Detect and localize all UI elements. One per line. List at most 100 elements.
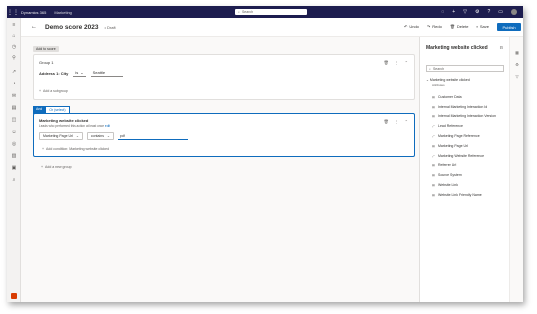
filter-icon[interactable]: ▽ (514, 73, 520, 79)
condition-group-2: Marketing website clicked 🗑 ⋮ ⌃ Leads wh… (33, 113, 415, 157)
global-search-input[interactable]: ⌕ Search (235, 9, 307, 15)
elements-icon[interactable]: ▦ (514, 49, 520, 55)
delete-group-icon[interactable]: 🗑 (384, 119, 389, 124)
recent-icon[interactable]: ◷ (10, 43, 18, 51)
brand-name: Dynamics 365 (21, 9, 47, 15)
add-subgroup-button[interactable]: + Add a subgroup (39, 89, 68, 93)
group-description: Leads who performed this action at least… (39, 124, 110, 128)
add-group-label: Add a new group (45, 165, 72, 169)
undo-label: Undo (409, 24, 419, 29)
delete-group-icon[interactable]: 🗑 (384, 60, 389, 65)
list-item[interactable]: ⤢ Lead Reference (432, 121, 496, 131)
tree-node-subtitle: Attributes (432, 83, 445, 87)
pin-icon[interactable]: ⚲ (10, 54, 18, 62)
list-item[interactable]: ▤ Source System (432, 170, 496, 180)
more-options-icon[interactable]: ⋮ (395, 119, 399, 124)
field-type-icon: ▤ (432, 143, 435, 148)
lead-icon[interactable]: ☺ (10, 128, 18, 136)
collapse-icon[interactable]: ⌃ (405, 60, 408, 65)
tree-node-title[interactable]: ⌄ Marketing website clicked (426, 78, 470, 82)
panel-search-placeholder: Search (432, 66, 445, 71)
area-switcher-icon[interactable] (11, 293, 17, 299)
save-button[interactable]: ▪ Save (476, 24, 489, 29)
lightbulb-icon[interactable]: ◌ (441, 9, 444, 15)
add-subgroup-label: Add a subgroup (43, 89, 68, 93)
save-icon: ▪ (476, 24, 478, 29)
plus-icon: + (41, 165, 44, 169)
publish-button[interactable]: Publish (497, 23, 521, 31)
home-icon[interactable]: ⌂ (10, 32, 18, 40)
save-label: Save (479, 24, 489, 29)
field-type-icon: ▤ (432, 173, 435, 178)
back-arrow-icon[interactable]: ← (31, 24, 37, 30)
list-item[interactable]: ⤢ Marketing Page Reference (432, 131, 496, 141)
list-item[interactable]: ▤ Marketing Page Url (432, 141, 496, 151)
add-group-button[interactable]: + Add a new group (41, 165, 72, 169)
settings-icon[interactable]: ⚙ (475, 9, 479, 15)
delete-button[interactable]: 🗑 Delete (450, 24, 469, 29)
list-item[interactable]: ▤ Customer Data (432, 92, 496, 102)
redo-button[interactable]: ↷ Redo (427, 24, 442, 29)
attribute-value: Marketing Page Url (43, 134, 73, 138)
list-item[interactable]: ▤ Referrer Url (432, 161, 496, 171)
collapse-panel-icon[interactable]: ⊟ (500, 45, 503, 50)
list-item[interactable]: ▤ Website Link (432, 180, 496, 190)
list-item[interactable]: ⤢ Marketing Website Reference (432, 151, 496, 161)
list-item-label: Customer Data (438, 94, 462, 99)
operator-dropdown[interactable]: contains ⌄ (86, 132, 114, 140)
list-item[interactable]: ▤ Internal Marketing Interaction Version (432, 112, 496, 122)
group-description-text: Leads who performed this action at least… (39, 124, 105, 128)
email-icon[interactable]: ✉ (10, 92, 18, 100)
list-item-label: Source System (438, 173, 462, 178)
status-text: Draft (107, 24, 116, 30)
app-launcher-icon[interactable]: ⋮⋮ (7, 6, 19, 18)
app-name[interactable]: Marketing (54, 10, 72, 15)
plus-icon: + (42, 147, 45, 151)
add-to-score-tag[interactable]: Add to score (33, 46, 59, 52)
value-input[interactable]: pdf (117, 133, 188, 140)
condition-rule: Address 1: City is ⌄ Seattle (39, 70, 123, 77)
operator-dropdown[interactable]: is ⌄ (73, 70, 86, 77)
contact-icon[interactable]: ◎ (10, 140, 18, 148)
panel-title: Marketing website clicked (426, 45, 488, 51)
undo-button[interactable]: ↶ Undo (404, 24, 419, 29)
avatar[interactable] (511, 9, 517, 15)
attribute-dropdown[interactable]: Marketing Page Url ⌄ (39, 132, 83, 140)
search-placeholder: Search (241, 10, 254, 14)
event-icon[interactable]: ◫ (10, 116, 18, 124)
list-item-label: Marketing Page Url (438, 143, 468, 148)
page-title: Demo score 2023 (45, 23, 99, 31)
field-type-icon: ▤ (432, 163, 435, 168)
journey-icon[interactable]: ↗ (10, 68, 18, 76)
analytics-icon[interactable]: ▥ (10, 152, 18, 160)
search-nav-icon[interactable]: ⌕ (10, 176, 18, 184)
chevron-down-icon: ⌄ (75, 134, 79, 138)
hamburger-menu-icon[interactable]: ≡ (10, 21, 18, 29)
properties-icon[interactable]: ⚙ (514, 61, 520, 67)
list-item[interactable]: ▤ Website Link Friendly Name (432, 190, 496, 200)
segment-icon[interactable]: ◔ (10, 80, 18, 88)
more-options-icon[interactable]: ⋮ (395, 60, 399, 65)
add-condition-button[interactable]: + Add condition: Marketing website click… (42, 147, 109, 151)
lookup-icon: ⤢ (432, 153, 435, 158)
group-title: Marketing website clicked (39, 118, 89, 123)
panel-search-input[interactable]: ⌕ Search (426, 65, 504, 72)
chat-icon[interactable]: ▭ (498, 9, 503, 15)
add-icon[interactable]: + (452, 9, 455, 15)
edit-link[interactable]: edit (105, 124, 110, 128)
form-icon[interactable]: ▤ (10, 104, 18, 112)
list-item-label: Lead Reference (438, 124, 463, 129)
assets-icon[interactable]: ▣ (10, 164, 18, 172)
list-item-label: Website Link Friendly Name (438, 192, 482, 197)
condition-rule: Marketing Page Url ⌄ contains ⌄ pdf (39, 132, 188, 140)
help-icon[interactable]: ? (487, 9, 490, 15)
operator-value: is (75, 70, 79, 75)
value-input[interactable]: Seattle (90, 70, 123, 77)
app-window: ⋮⋮ Dynamics 365 Marketing ⌕ Search ◌ + ▽… (7, 6, 523, 302)
filter-icon[interactable]: ▽ (463, 9, 467, 15)
condition-group-1: Group 1 🗑 ⋮ ⌃ Address 1: City is ⌄ Seattl… (33, 54, 415, 100)
list-item[interactable]: ▤ Internal Marketing Interaction Id (432, 102, 496, 112)
collapse-icon[interactable]: ⌃ (405, 119, 408, 124)
lookup-icon: ⤢ (432, 124, 435, 129)
list-item-label: Referrer Url (438, 163, 457, 168)
